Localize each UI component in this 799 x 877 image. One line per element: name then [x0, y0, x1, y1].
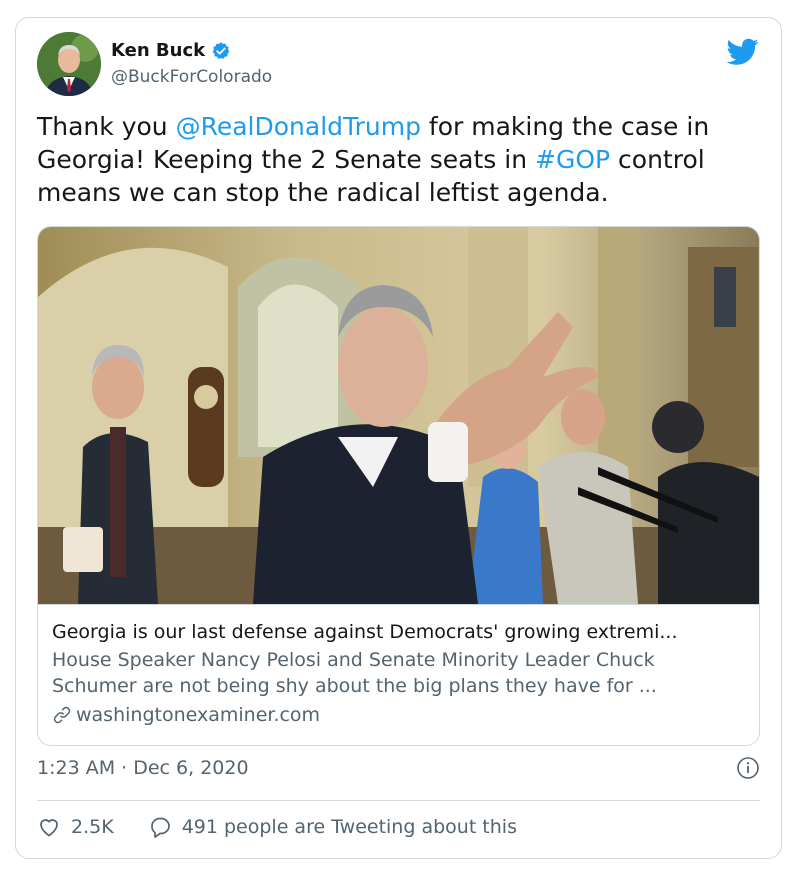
- link-card-domain-row[interactable]: washingtonexaminer.com: [52, 702, 745, 728]
- link-card-info[interactable]: Georgia is our last defense against Demo…: [38, 604, 759, 745]
- author-name[interactable]: Ken Buck: [111, 40, 205, 61]
- reply-text: 491 people are Tweeting about this: [181, 816, 517, 838]
- link-card-title[interactable]: Georgia is our last defense against Demo…: [52, 619, 745, 645]
- verified-icon: [212, 41, 230, 59]
- link-card-description: House Speaker Nancy Pelosi and Senate Mi…: [52, 649, 657, 697]
- heart-icon: [40, 819, 58, 837]
- mention-link[interactable]: @RealDonaldTrump: [176, 112, 421, 141]
- reply-bubble-icon: [150, 817, 170, 838]
- link-card-image[interactable]: [38, 227, 759, 604]
- info-icon[interactable]: [736, 756, 760, 780]
- tweet-card: Ken Buck @BuckForColorado Thank you @Rea…: [15, 17, 782, 859]
- like-count: 2.5K: [71, 816, 114, 838]
- like-button[interactable]: 2.5K: [37, 815, 114, 839]
- tweet-text: Thank you @RealDonaldTrump for making th…: [37, 110, 767, 209]
- timestamp-row: 1:23 AM · Dec 6, 2020: [37, 756, 760, 780]
- link-card[interactable]: Georgia is our last defense against Demo…: [37, 226, 760, 746]
- link-card-domain[interactable]: washingtonexaminer.com: [76, 702, 320, 728]
- timestamp[interactable]: 1:23 AM · Dec 6, 2020: [37, 757, 249, 779]
- tweet-text-part1: Thank you: [37, 112, 176, 141]
- reply-button[interactable]: 491 people are Tweeting about this: [148, 815, 517, 839]
- twitter-bird-icon[interactable]: [727, 38, 759, 66]
- author-name-row[interactable]: Ken Buck: [111, 40, 231, 61]
- action-bar: 2.5K 491 people are Tweeting about this: [37, 815, 517, 839]
- author-handle[interactable]: @BuckForColorado: [111, 67, 272, 87]
- link-icon: [53, 706, 71, 724]
- hashtag-link[interactable]: #GOP: [535, 145, 610, 174]
- avatar[interactable]: [37, 32, 101, 96]
- divider: [37, 800, 760, 801]
- avatar-image: [37, 32, 101, 96]
